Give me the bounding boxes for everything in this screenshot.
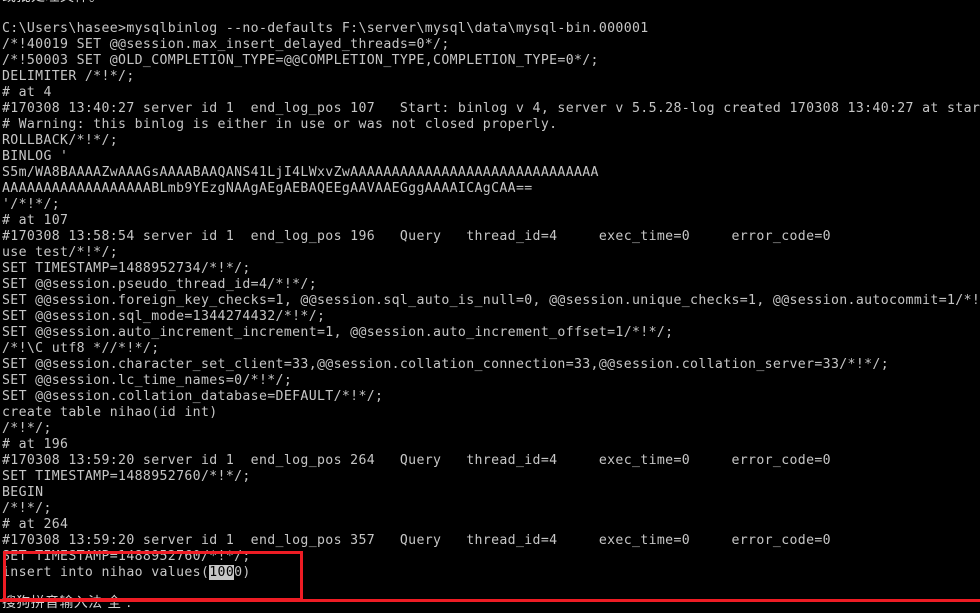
console-line: SET TIMESTAMP=1488952734/*!*/;	[2, 261, 251, 276]
console-line: S5m/WA8BAAAAZwAAAGsAAAABAAQANS41LjI4LWxv…	[2, 165, 599, 180]
console-line: '/*!*/;	[2, 197, 61, 212]
console-line: # at 264	[2, 517, 69, 532]
console-line: # at 4	[2, 85, 52, 100]
console-line: /*!50003 SET @OLD_COMPLETION_TYPE=@@COMP…	[2, 53, 599, 68]
console-line: BINLOG '	[2, 149, 69, 164]
console-line: /*!*/;	[2, 421, 52, 436]
console-line: SET @@session.pseudo_thread_id=4/*!*/;	[2, 277, 318, 292]
ime-status-bar[interactable]: 搜狗拼音输入法 全 :	[2, 594, 131, 613]
console-line: SET TIMESTAMP=1488952760/*!*/;	[2, 469, 251, 484]
console-line: insert into nihao values(1000)	[2, 565, 978, 581]
console-line: /*!40019 SET @@session.max_insert_delaye…	[2, 37, 450, 52]
console-line: /*!\C utf8 *//*!*/;	[2, 341, 160, 356]
console-line: #170308 13:59:20 server id 1 end_log_pos…	[2, 453, 831, 468]
console-line: /*!*/;	[2, 501, 52, 516]
console-line: C:\Users\hasee>mysqlbinlog --no-defaults…	[2, 21, 649, 36]
console-line: use test/*!*/;	[2, 245, 119, 260]
console-line: # Warning: this binlog is either in use …	[2, 117, 558, 132]
console-text: 0)	[234, 565, 251, 580]
console-line: #170308 13:59:20 server id 1 end_log_pos…	[2, 533, 831, 548]
console-line: SET TIMESTAMP=1488952760/*!*/;	[2, 549, 251, 564]
console-line: AAAAAAAAAAAAAAAAAABLmb9YEzgNAAgAEgAEBAQE…	[2, 181, 533, 196]
console-line: # at 107	[2, 213, 69, 228]
console-line: DELIMITER /*!*/;	[2, 69, 135, 84]
console-line: SET @@session.foreign_key_checks=1, @@se…	[2, 293, 980, 308]
console-line: create table nihao(id int)	[2, 405, 218, 420]
command-prompt-window[interactable]: 或批处理文件。C:\Users\hasee>mysqlbinlog --no-d…	[0, 0, 980, 613]
console-line: BEGIN	[2, 485, 44, 500]
console-line: SET @@session.collation_database=DEFAULT…	[2, 389, 384, 404]
console-line: #170308 13:58:54 server id 1 end_log_pos…	[2, 229, 831, 244]
selected-text: 100	[209, 565, 235, 580]
console-line: SET @@session.character_set_client=33,@@…	[2, 357, 889, 372]
console-line: # at 196	[2, 437, 69, 452]
console-line: SET @@session.auto_increment_increment=1…	[2, 325, 674, 340]
console-line: SET @@session.lc_time_names=0/*!*/;	[2, 373, 293, 388]
ime-underline	[0, 599, 980, 602]
console-line: SET @@session.sql_mode=1344274432/*!*/;	[2, 309, 326, 324]
console-line: ROLLBACK/*!*/;	[2, 133, 119, 148]
console-line: #170308 13:40:27 server id 1 end_log_pos…	[2, 101, 980, 116]
console-text: insert into nihao values(	[2, 565, 210, 580]
console-output: 或批处理文件。C:\Users\hasee>mysqlbinlog --no-d…	[2, 0, 980, 581]
